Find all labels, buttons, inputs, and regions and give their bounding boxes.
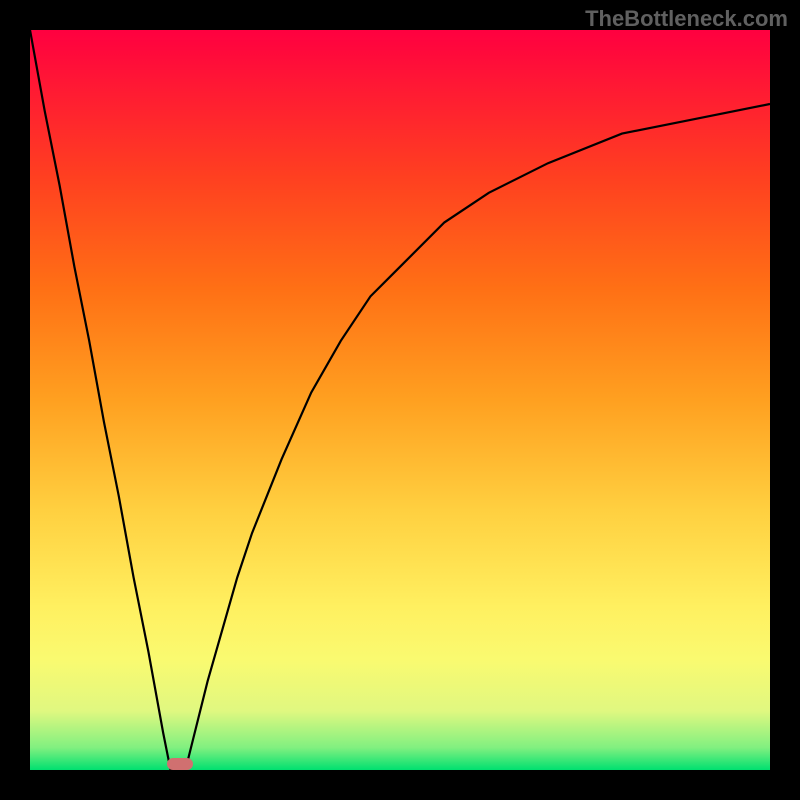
minimum-marker xyxy=(167,758,193,770)
bottleneck-curve xyxy=(30,30,770,770)
curve-layer xyxy=(30,30,770,770)
plot-area xyxy=(30,30,770,770)
chart-frame: TheBottleneck.com xyxy=(0,0,800,800)
watermark-text: TheBottleneck.com xyxy=(585,6,788,32)
